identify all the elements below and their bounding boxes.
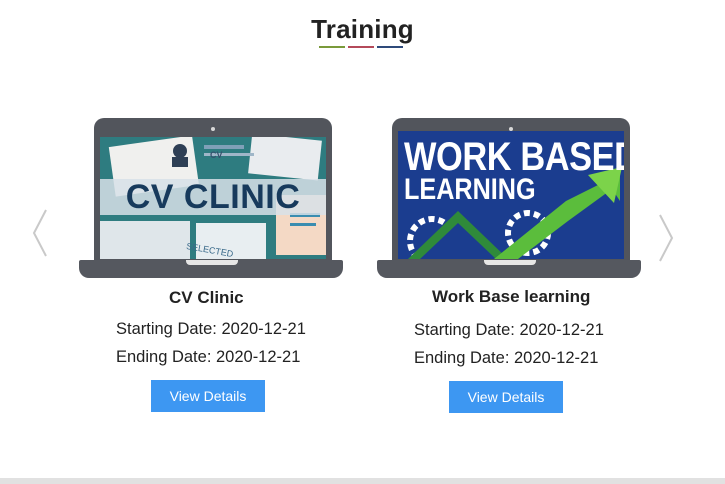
work-based-image-text-line2: LEARNING — [404, 173, 536, 206]
card-title: Work Base learning — [432, 287, 591, 306]
view-details-button[interactable]: View Details — [449, 381, 563, 413]
ending-date: Ending Date: 2020-12-21 — [414, 349, 599, 367]
cv-clinic-image: CV CLINIC CV SELECTED — [100, 137, 326, 259]
chevron-right-icon — [659, 214, 674, 262]
carousel-next-button[interactable] — [656, 211, 676, 265]
cv-image-small-text: CV — [210, 150, 223, 160]
footer-divider — [0, 478, 725, 484]
title-underline — [319, 46, 403, 48]
ending-date: Ending Date: 2020-12-21 — [116, 348, 301, 366]
view-details-button[interactable]: View Details — [151, 380, 265, 412]
chevron-left-icon — [32, 209, 47, 257]
card-title: CV Clinic — [169, 288, 244, 307]
work-based-image-text-line1: WORK BASED — [404, 135, 624, 179]
cv-clinic-image-text: CV CLINIC — [100, 179, 326, 215]
starting-date: Starting Date: 2020-12-21 — [414, 321, 604, 339]
section-title: Training — [311, 14, 414, 44]
work-based-learning-image: WORK BASED LEARNING — [398, 131, 624, 259]
carousel-prev-button[interactable] — [30, 206, 50, 260]
starting-date: Starting Date: 2020-12-21 — [116, 320, 306, 338]
